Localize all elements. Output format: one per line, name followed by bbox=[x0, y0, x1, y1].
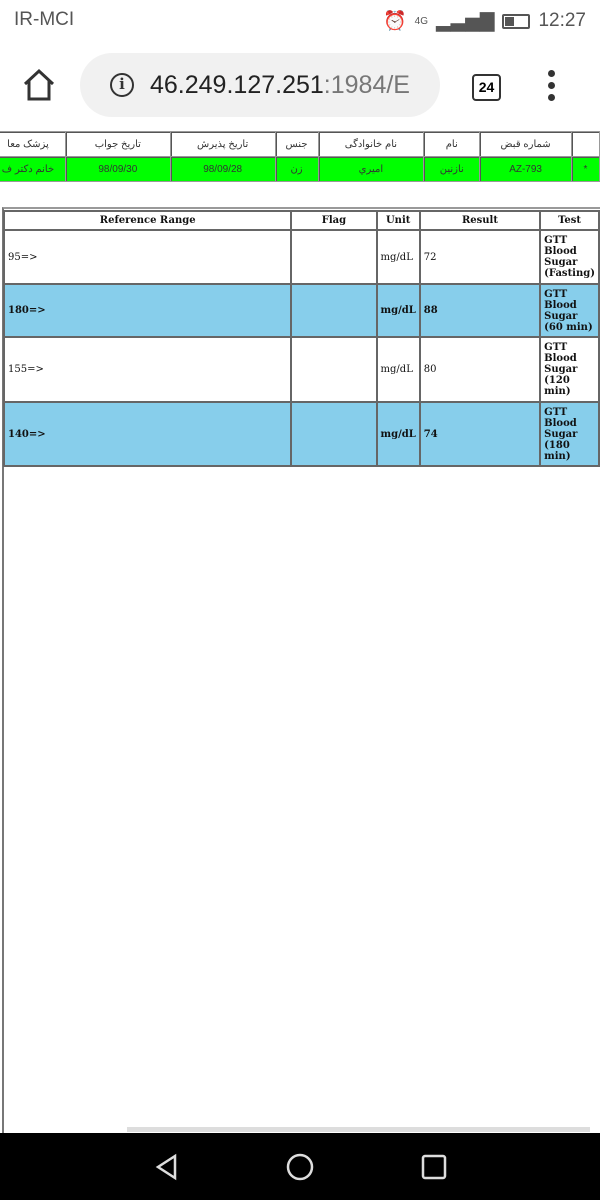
reference-range-cell: 155=> bbox=[2, 336, 293, 403]
result-cell: 74 bbox=[418, 401, 542, 467]
header-flag: Flag bbox=[290, 210, 378, 231]
header-last-name: نام خانوادگی bbox=[317, 131, 425, 157]
header-test: Test bbox=[539, 210, 600, 231]
result-row: 155=> mg/dL 80 GTT Blood Sugar (120 min) bbox=[2, 336, 600, 403]
results-table: Reference Range Flag Unit Result Test 95… bbox=[2, 210, 600, 467]
header-answer-date: تاریخ جواب bbox=[64, 131, 171, 157]
battery-icon bbox=[502, 13, 531, 29]
recents-icon[interactable] bbox=[420, 1153, 448, 1186]
header-admission-date: تاریخ پذیرش bbox=[169, 131, 276, 157]
header-reference-range: Reference Range bbox=[2, 210, 293, 231]
result-cell: 72 bbox=[418, 229, 542, 285]
test-cell: GTT Blood Sugar (60 min) bbox=[539, 283, 600, 338]
test-cell: GTT Blood Sugar (120 min) bbox=[539, 336, 600, 403]
header-marker bbox=[571, 131, 600, 157]
header-receipt: شماره قبض bbox=[479, 131, 573, 157]
last-name-cell: امیري bbox=[317, 156, 425, 182]
tab-switcher-button[interactable]: 24 bbox=[472, 74, 501, 101]
flag-cell bbox=[290, 336, 378, 403]
test-cell: GTT Blood Sugar (180 min) bbox=[539, 401, 600, 467]
android-nav-bar bbox=[0, 1133, 600, 1200]
flag-cell bbox=[290, 283, 378, 338]
info-icon[interactable]: i bbox=[110, 73, 134, 97]
result-row: 140=> mg/dL 74 GTT Blood Sugar (180 min) bbox=[2, 401, 600, 467]
home-nav-icon[interactable] bbox=[285, 1153, 315, 1186]
marker-cell: * bbox=[571, 156, 600, 182]
network-label: 4G bbox=[414, 15, 428, 27]
flag-cell bbox=[290, 229, 378, 285]
header-first-name: نام bbox=[423, 131, 481, 157]
receipt-cell: AZ-793 bbox=[479, 156, 573, 182]
result-row: 180=> mg/dL 88 GTT Blood Sugar (60 min) bbox=[2, 283, 600, 338]
back-icon[interactable] bbox=[153, 1153, 181, 1186]
first-name-cell: نازنین bbox=[423, 156, 481, 182]
carrier-label: IR-MCI bbox=[14, 9, 75, 30]
patient-header-row: پزشک معا تاریخ جواب تاریخ پذیرش جنس نام … bbox=[0, 131, 600, 157]
reference-range-cell: 180=> bbox=[2, 283, 293, 338]
address-bar[interactable]: i 46.249.127.251:1984/E bbox=[80, 53, 440, 117]
result-cell: 88 bbox=[418, 283, 542, 338]
test-cell: GTT Blood Sugar (Fasting) bbox=[539, 229, 600, 285]
unit-cell: mg/dL bbox=[375, 401, 421, 467]
reference-range-cell: 95=> bbox=[2, 229, 293, 285]
more-menu-icon[interactable] bbox=[548, 70, 558, 106]
status-bar: IR-MCI ⏰ 4G ▂▃▅▇ 12:27 bbox=[0, 0, 600, 40]
signal-icon: ▂▃▅▇ bbox=[436, 10, 495, 32]
patient-info-table: پزشک معا تاریخ جواب تاریخ پذیرش جنس نام … bbox=[0, 131, 600, 182]
gender-cell: زن bbox=[274, 156, 319, 182]
reference-range-cell: 140=> bbox=[2, 401, 293, 467]
browser-toolbar: i 46.249.127.251:1984/E 24 bbox=[0, 40, 600, 128]
horizontal-scrollbar[interactable] bbox=[127, 1127, 590, 1132]
home-icon[interactable] bbox=[22, 68, 56, 102]
patient-row[interactable]: خانم دکتر ف 98/09/30 98/09/28 زن امیري ن… bbox=[0, 156, 600, 182]
alarm-icon: ⏰ bbox=[382, 11, 407, 32]
header-gender: جنس bbox=[274, 131, 319, 157]
header-doctor: پزشک معا bbox=[0, 131, 66, 157]
answer-date-cell: 98/09/30 bbox=[64, 156, 171, 182]
unit-cell: mg/dL bbox=[375, 336, 421, 403]
flag-cell bbox=[290, 401, 378, 467]
doctor-cell: خانم دکتر ف bbox=[0, 156, 66, 182]
result-row: 95=> mg/dL 72 GTT Blood Sugar (Fasting) bbox=[2, 229, 600, 285]
admission-date-cell: 98/09/28 bbox=[169, 156, 276, 182]
clock: 12:27 bbox=[538, 10, 586, 31]
unit-cell: mg/dL bbox=[375, 229, 421, 285]
unit-cell: mg/dL bbox=[375, 283, 421, 338]
header-unit: Unit bbox=[375, 210, 421, 231]
header-result: Result bbox=[418, 210, 542, 231]
results-header-row: Reference Range Flag Unit Result Test bbox=[2, 210, 600, 231]
url-text[interactable]: 46.249.127.251:1984/E bbox=[150, 71, 410, 100]
result-cell: 80 bbox=[418, 336, 542, 403]
